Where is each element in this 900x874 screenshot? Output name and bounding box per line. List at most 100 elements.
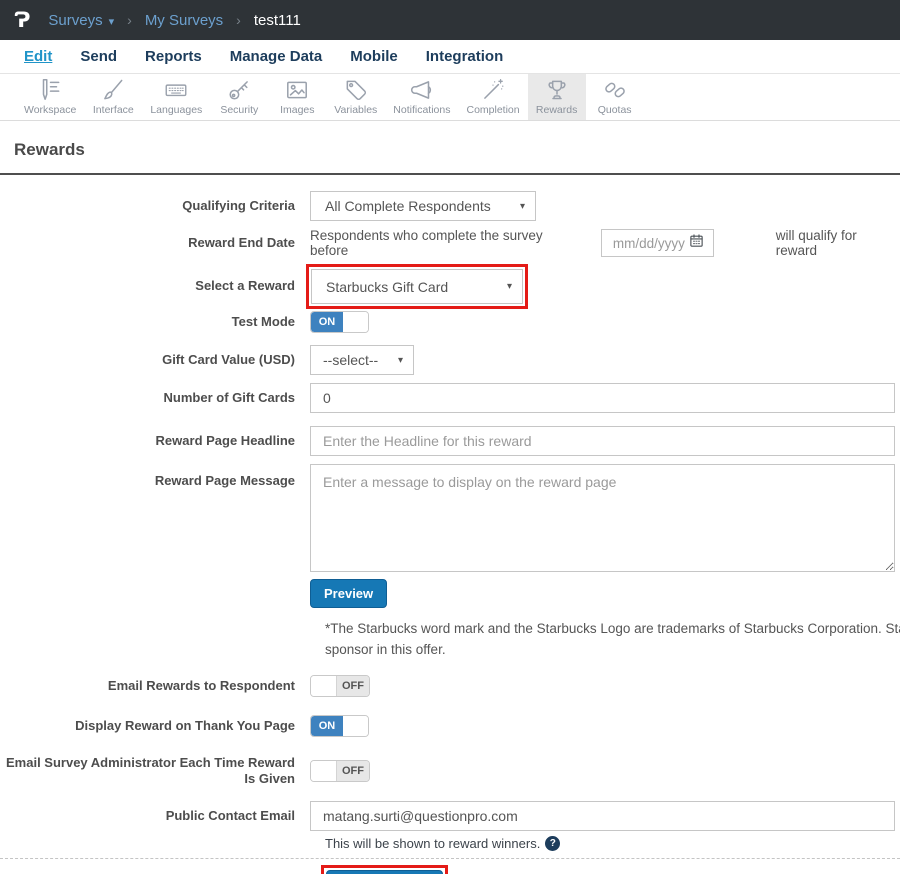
toggle-state-label: ON	[311, 716, 343, 736]
toggle-state-label: OFF	[336, 676, 369, 696]
field-label: Display Reward on Thank You Page	[0, 718, 310, 734]
field-label: Reward Page Headline	[0, 433, 310, 449]
tag-icon	[343, 77, 369, 103]
date-suffix-text: will qualify for reward	[776, 228, 895, 258]
gift-card-value-row: Gift Card Value (USD) --select-- ▾	[0, 345, 900, 375]
pen-lines-icon	[37, 77, 63, 103]
toolbar-item-quotas[interactable]: Quotas	[586, 74, 644, 120]
starbucks-disclaimer: *The Starbucks word mark and the Starbuc…	[325, 619, 900, 661]
breadcrumb-current-survey: test111	[254, 12, 301, 29]
toolbar-item-images[interactable]: Images	[268, 74, 326, 120]
caret-down-icon: ▾	[520, 201, 525, 212]
test-mode-toggle[interactable]: ON	[310, 311, 369, 333]
field-label: Email Survey Administrator Each Time Rew…	[0, 755, 310, 788]
tab-mobile[interactable]: Mobile	[350, 48, 398, 65]
calendar-icon[interactable]	[689, 233, 704, 253]
qualifying-criteria-row: Qualifying Criteria All Complete Respond…	[0, 191, 900, 221]
display-reward-toggle[interactable]: ON	[310, 715, 369, 737]
toggle-knob	[343, 716, 368, 736]
preview-row: Preview	[0, 579, 900, 608]
reward-page-headline-row: Reward Page Headline	[0, 426, 900, 456]
gift-card-value-select[interactable]: --select-- ▾	[310, 345, 414, 375]
selected-value: Starbucks Gift Card	[326, 279, 448, 295]
select-reward-row: Select a Reward Starbucks Gift Card ▾	[0, 264, 900, 309]
annotation-highlight-box: Starbucks Gift Card ▾	[306, 264, 528, 309]
trophy-icon	[544, 77, 570, 103]
toolbar-item-label: Languages	[150, 104, 202, 116]
toolbar-item-label: Workspace	[24, 104, 76, 116]
toolbar-item-security[interactable]: Security	[210, 74, 268, 120]
toolbar-item-label: Security	[220, 104, 258, 116]
toolbar-item-label: Notifications	[393, 104, 450, 116]
field-label: Public Contact Email	[0, 808, 310, 824]
tab-integration[interactable]: Integration	[426, 48, 504, 65]
selected-value: --select--	[323, 352, 378, 368]
toolbar-item-label: Completion	[467, 104, 520, 116]
date-prefix-text: Respondents who complete the survey befo…	[310, 228, 570, 258]
number-of-gift-cards-input[interactable]	[310, 383, 895, 413]
reward-page-headline-input[interactable]	[310, 426, 895, 456]
breadcrumb-my-surveys[interactable]: My Surveys	[145, 12, 223, 29]
selected-value: All Complete Respondents	[325, 198, 491, 214]
field-label: Reward Page Message	[0, 464, 310, 489]
toolbar-item-notifications[interactable]: Notifications	[385, 74, 458, 120]
page-title: Rewards	[14, 140, 900, 160]
qualifying-criteria-select[interactable]: All Complete Respondents ▾	[310, 191, 536, 221]
wand-icon	[480, 77, 506, 103]
breadcrumb-separator-icon: ›	[127, 12, 132, 28]
toolbar-item-label: Rewards	[536, 104, 577, 116]
chevron-down-icon: ▾	[109, 16, 115, 28]
field-label: Qualifying Criteria	[0, 198, 310, 214]
toggle-knob	[343, 312, 368, 332]
email-rewards-toggle[interactable]: OFF	[310, 675, 370, 697]
top-header-bar: Ɂ Surveys ▾ › My Surveys › test111	[0, 0, 900, 40]
email-rewards-row: Email Rewards to Respondent OFF	[0, 675, 900, 697]
tab-reports[interactable]: Reports	[145, 48, 202, 65]
toolbar-item-languages[interactable]: Languages	[142, 74, 210, 120]
keyboard-icon	[163, 77, 189, 103]
toggle-knob	[311, 761, 336, 781]
toolbar-item-label: Quotas	[598, 104, 632, 116]
chain-links-icon	[602, 77, 628, 103]
reward-page-message-textarea[interactable]	[310, 464, 895, 572]
reward-end-date-row: Reward End Date Respondents who complete…	[0, 228, 900, 258]
field-label: Test Mode	[0, 314, 310, 330]
tab-manage-data[interactable]: Manage Data	[230, 48, 323, 65]
help-icon[interactable]: ?	[545, 836, 560, 851]
annotation-highlight-box: Save Changes	[321, 865, 448, 874]
toolbar-item-workspace[interactable]: Workspace	[16, 74, 84, 120]
key-icon	[226, 77, 252, 103]
tab-edit[interactable]: Edit	[24, 48, 52, 65]
toolbar-item-label: Images	[280, 104, 314, 116]
toolbar-item-rewards[interactable]: Rewards	[528, 74, 586, 120]
toolbar-item-completion[interactable]: Completion	[459, 74, 528, 120]
public-contact-email-row: Public Contact Email	[0, 801, 900, 831]
breadcrumb-separator-icon: ›	[236, 12, 241, 28]
toggle-state-label: OFF	[336, 761, 369, 781]
disclaimer-line: sponsor in this offer.	[325, 640, 900, 661]
field-label: Select a Reward	[0, 278, 310, 294]
select-reward-select[interactable]: Starbucks Gift Card ▾	[311, 269, 523, 304]
public-contact-email-input[interactable]	[310, 801, 895, 831]
questionpro-logo[interactable]: Ɂ	[14, 8, 30, 32]
save-changes-button[interactable]: Save Changes	[326, 870, 443, 874]
reward-page-message-row: Reward Page Message	[0, 464, 900, 572]
date-placeholder: mm/dd/yyyy	[613, 236, 685, 251]
preview-button[interactable]: Preview	[310, 579, 387, 608]
brush-icon	[100, 77, 126, 103]
tab-send[interactable]: Send	[80, 48, 117, 65]
toolbar-item-label: Interface	[93, 104, 134, 116]
email-admin-row: Email Survey Administrator Each Time Rew…	[0, 755, 900, 788]
megaphone-icon	[409, 77, 435, 103]
reward-end-date-input[interactable]: mm/dd/yyyy	[601, 229, 714, 257]
number-of-gift-cards-row: Number of Gift Cards	[0, 383, 900, 413]
email-admin-toggle[interactable]: OFF	[310, 760, 370, 782]
toolbar-item-interface[interactable]: Interface	[84, 74, 142, 120]
breadcrumb-surveys-menu[interactable]: Surveys ▾	[48, 12, 114, 29]
caret-down-icon: ▾	[398, 355, 403, 366]
toolbar-item-variables[interactable]: Variables	[326, 74, 385, 120]
breadcrumb-surveys-label: Surveys	[48, 12, 102, 29]
field-label: Reward End Date	[0, 235, 310, 251]
disclaimer-line: *The Starbucks word mark and the Starbuc…	[325, 619, 900, 640]
field-label: Email Rewards to Respondent	[0, 678, 310, 694]
